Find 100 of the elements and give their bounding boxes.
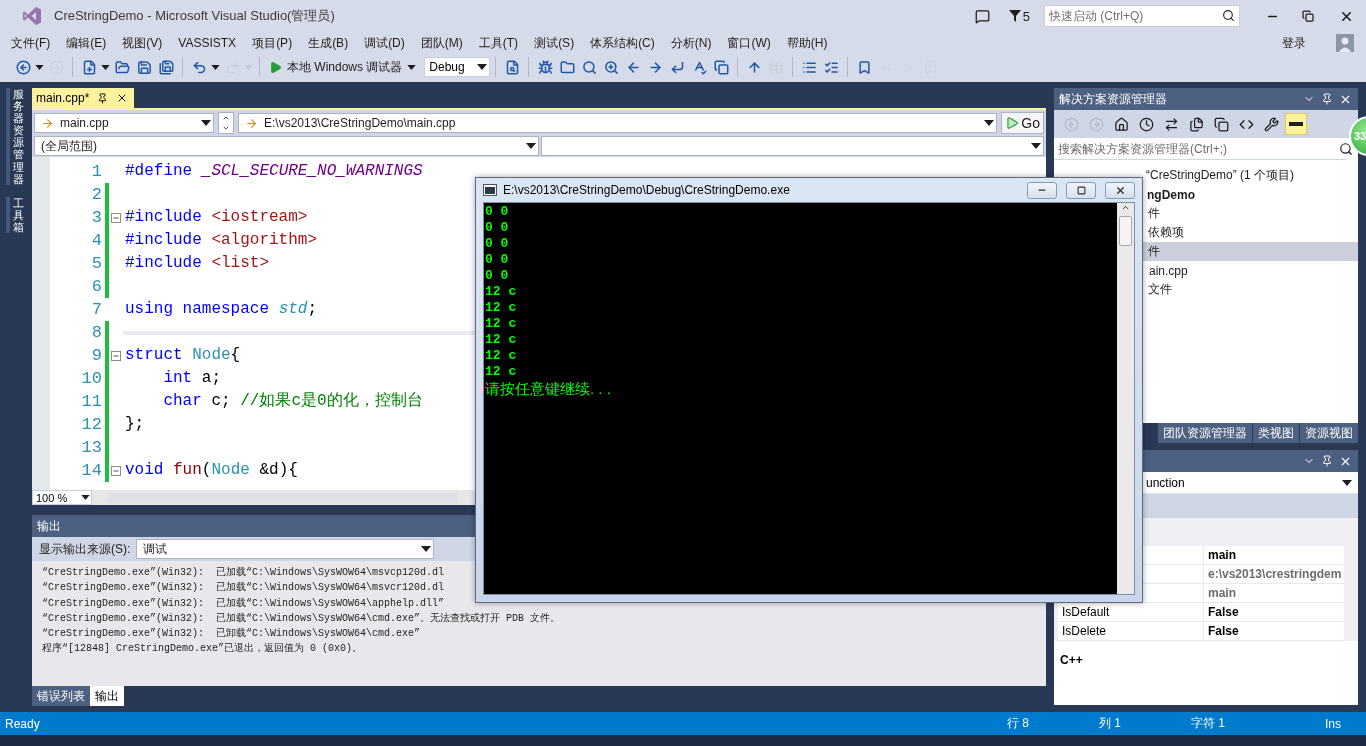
scrollbar-thumb[interactable]: [1119, 216, 1132, 246]
copy-icon[interactable]: [1213, 116, 1229, 132]
pane-tab[interactable]: 资源视图: [1300, 423, 1358, 443]
arrow-right-icon: [41, 116, 54, 130]
output-line: “CreStringDemo.exe”(Win32): 已加载“C:\Windows\SysWOW64\msvcr120d.dl: [42, 580, 445, 596]
save-all-icon[interactable]: [158, 59, 174, 75]
menu-item[interactable]: 生成(B): [301, 34, 358, 52]
search-icon[interactable]: [1222, 9, 1235, 22]
scope-dropdown[interactable]: (全局范围): [34, 136, 539, 156]
menu-item[interactable]: 团队(M): [413, 34, 472, 52]
undo-icon[interactable]: [191, 59, 207, 75]
zoom-icon[interactable]: [603, 59, 619, 75]
menu-item[interactable]: 文件(F): [4, 34, 60, 52]
collapse-icon[interactable]: [111, 212, 121, 223]
folder-icon[interactable]: [114, 59, 130, 75]
pin-icon[interactable]: [1321, 455, 1333, 467]
pin-icon[interactable]: [1321, 93, 1333, 105]
caret-icon[interactable]: [477, 64, 488, 70]
tree-item[interactable]: 文件: [1142, 280, 1358, 299]
file-search-icon[interactable]: [504, 59, 520, 75]
save-icon[interactable]: [136, 59, 152, 75]
line-indicator: 行 8: [1007, 715, 1030, 732]
new-file-icon[interactable]: [81, 59, 97, 75]
maximize-button[interactable]: [1066, 181, 1096, 199]
caret-icon[interactable]: [211, 64, 220, 70]
feedback-icon[interactable]: [975, 8, 991, 24]
arrow-left-icon[interactable]: [625, 59, 641, 75]
menu-item[interactable]: 体系结构(C): [583, 34, 664, 52]
caret-icon[interactable]: [1342, 479, 1352, 486]
pane-tab[interactable]: 输出: [90, 686, 124, 706]
tree-item[interactable]: 依赖项: [1142, 223, 1358, 242]
caret-icon[interactable]: [101, 64, 110, 70]
collapse-icon[interactable]: [111, 465, 121, 476]
logo-icon: [22, 6, 42, 26]
preview-toggle-button[interactable]: [1285, 113, 1307, 135]
checklist-icon[interactable]: [823, 59, 839, 75]
menu-item[interactable]: 帮助(H): [779, 34, 837, 52]
caret-icon[interactable]: [407, 64, 417, 70]
tree-item[interactable]: ain.cpp: [1142, 261, 1358, 280]
tree-item[interactable]: 件: [1142, 242, 1358, 261]
caret-icon[interactable]: [526, 143, 536, 149]
output-line: “CreStringDemo.exe”(Win32): 已加载“C:\Windows\SysWOW64\cmd.exe”。无法查找或打开 PDB 文件。: [42, 611, 561, 626]
sync-icon[interactable]: [1163, 116, 1179, 132]
notifications-button[interactable]: 5: [1008, 8, 1030, 24]
console-icon: [483, 184, 497, 196]
caret-icon[interactable]: [35, 64, 44, 70]
arrow-right-icon[interactable]: [647, 59, 663, 75]
pane-tab[interactable]: 类视图: [1253, 423, 1299, 443]
clock-icon[interactable]: [1138, 116, 1154, 132]
side-tab[interactable]: 服务器资源管理器: [6, 88, 24, 185]
menu-item[interactable]: 编辑(E): [59, 34, 116, 52]
return-arrow-icon[interactable]: [669, 59, 685, 75]
path-dropdown[interactable]: E:\vs2013\CreStringDemo\main.cpp: [238, 113, 998, 133]
menu-item[interactable]: 工具(T): [471, 34, 528, 52]
menu-item[interactable]: 视图(V): [115, 34, 172, 52]
home-icon[interactable]: [1113, 116, 1129, 132]
output-source-dropdown[interactable]: 调试: [136, 539, 435, 559]
file-dropdown[interactable]: main.cpp: [34, 113, 214, 133]
caret-icon[interactable]: [81, 495, 90, 500]
pane-tab[interactable]: 团队资源管理器: [1158, 423, 1252, 443]
pane-tab[interactable]: 错误列表: [32, 686, 90, 706]
minimize-button[interactable]: [1027, 181, 1057, 199]
tree-item[interactable]: 件: [1142, 204, 1358, 223]
quick-launch-field[interactable]: 快速启动 (Ctrl+Q): [1044, 5, 1240, 27]
line-number: 4: [90, 230, 102, 252]
menu-item[interactable]: 项目(P): [245, 34, 302, 52]
caret-icon[interactable]: [201, 120, 211, 126]
document-tab[interactable]: main.cpp*: [32, 88, 135, 108]
configuration-dropdown[interactable]: Debug: [424, 57, 491, 77]
menu-item[interactable]: 测试(S): [527, 34, 584, 52]
bug-icon[interactable]: [537, 59, 553, 75]
files-icon[interactable]: [1188, 116, 1204, 132]
collapse-icon[interactable]: [111, 350, 121, 361]
go-button[interactable]: Go: [1001, 112, 1044, 134]
caret-icon[interactable]: [1031, 143, 1041, 149]
search-icon[interactable]: [1339, 142, 1353, 156]
pin-icon[interactable]: [97, 92, 109, 104]
start-debugging-button[interactable]: 本地 Windows 调试器: [265, 56, 421, 78]
menu-item[interactable]: 调试(D): [357, 34, 414, 52]
folder-icon[interactable]: [559, 59, 575, 75]
copy-icon[interactable]: [713, 59, 729, 75]
menu-item[interactable]: 窗口(W): [720, 34, 780, 52]
side-tab[interactable]: 工具箱: [6, 196, 24, 234]
menu-item[interactable]: 分析(N): [663, 34, 721, 52]
tree-item[interactable]: “CreStringDemo” (1 个项目): [1142, 166, 1358, 185]
list-icon[interactable]: [801, 59, 817, 75]
restore-icon[interactable]: [1302, 10, 1314, 22]
arrow-left-icon[interactable]: [15, 59, 31, 75]
caret-icon[interactable]: [984, 120, 995, 126]
tree-item[interactable]: ngDemo: [1142, 185, 1358, 204]
caret-icon[interactable]: [421, 546, 432, 552]
menu-item[interactable]: VASSISTX: [171, 36, 246, 50]
bookmark-icon[interactable]: [856, 59, 872, 75]
sign-in-link[interactable]: 登录: [1282, 34, 1306, 52]
spin-button[interactable]: [218, 112, 234, 134]
close-button[interactable]: [1105, 181, 1135, 199]
zoom-dropdown[interactable]: 100 %: [32, 490, 92, 505]
wrench-icon[interactable]: [1263, 116, 1279, 132]
code-line: #include <list>: [124, 253, 270, 274]
vertical-scrollbar[interactable]: [1117, 203, 1134, 594]
